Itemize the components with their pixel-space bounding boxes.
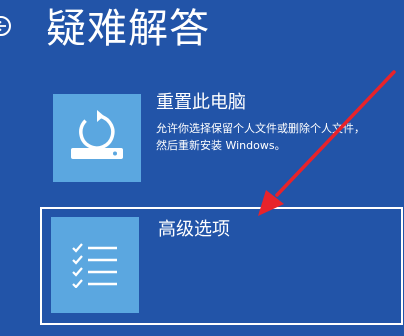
reset-pc-description: 允许你选择保留个人文件或删除个人文件，然后重新安装 Windows。	[156, 122, 365, 152]
advanced-options-option[interactable]: 高级选项	[40, 207, 403, 325]
reset-pc-title: 重置此电脑	[156, 92, 246, 113]
advanced-options-tile	[51, 217, 139, 313]
advanced-options-title: 高级选项	[158, 219, 230, 240]
back-button[interactable]	[0, 16, 11, 36]
page-title: 疑难解答	[46, 6, 210, 52]
checklist-icon	[72, 243, 117, 288]
reset-pc-tile	[53, 94, 141, 182]
reset-pc-option[interactable]: 重置此电脑 允许你选择保留个人文件或删除个人文件，然后重新安装 Windows。	[44, 86, 374, 186]
reset-pc-icon	[71, 110, 123, 159]
back-arrow-icon	[0, 20, 6, 32]
